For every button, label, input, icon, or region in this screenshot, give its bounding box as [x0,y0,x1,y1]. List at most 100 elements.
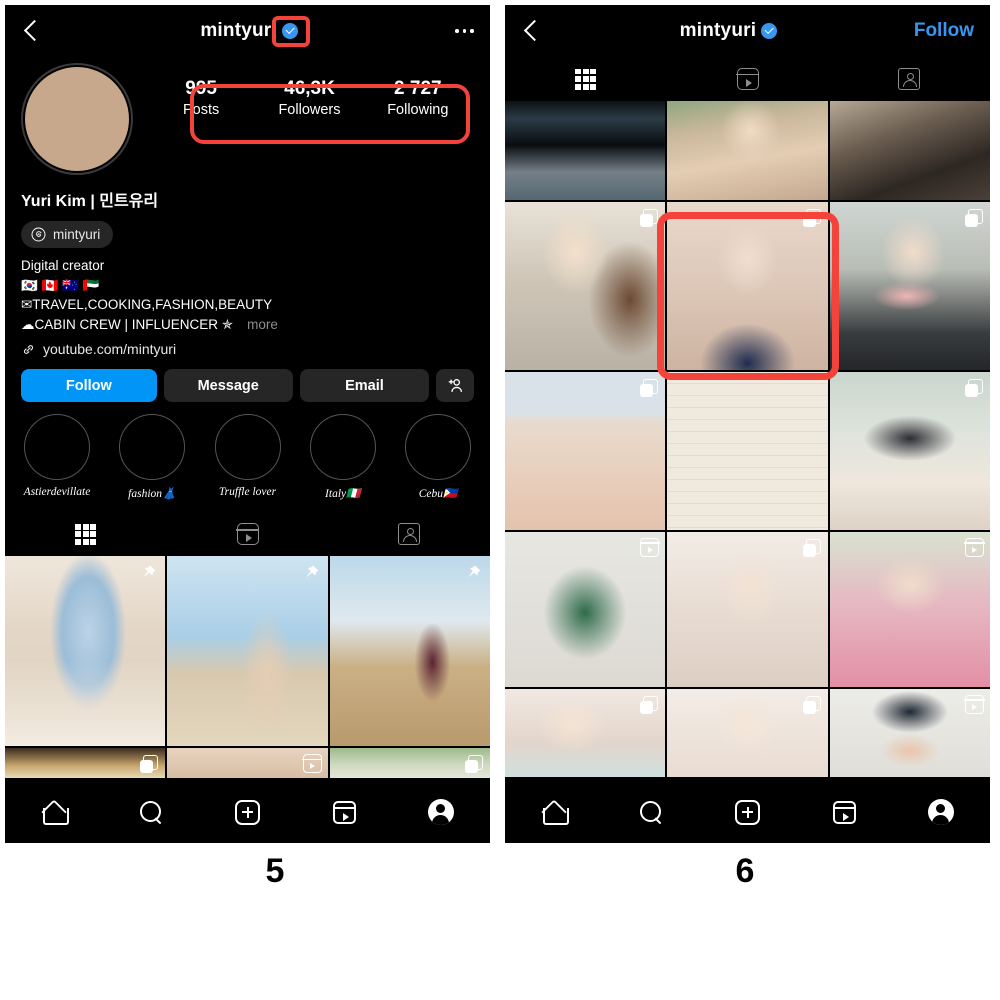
highlight-label: Cebu🇵🇭 [418,488,458,501]
grid-cell[interactable] [829,532,990,687]
nav-home[interactable] [41,800,70,825]
tab-tagged[interactable] [828,57,990,101]
grid-cell[interactable] [667,101,828,200]
grid-cell[interactable] [167,556,328,747]
carousel-badge-icon [964,379,983,397]
highlight-item[interactable]: Cebu🇵🇭 [394,414,482,500]
right-bottom-nav [505,781,990,843]
tab-posts[interactable] [505,57,667,101]
more-options-icon[interactable] [455,29,474,33]
grid-cell[interactable] [505,202,666,370]
follow-button[interactable]: Follow [21,369,157,403]
grid-cell[interactable] [505,101,666,200]
avatar-image [25,67,129,171]
tab-reels[interactable] [167,512,329,556]
carousel-badge-icon [802,539,821,557]
posts-count: 995 [185,78,217,99]
highlight-cover [405,414,471,481]
threads-icon [31,227,46,242]
grid-cell[interactable] [829,101,990,200]
grid-cell[interactable] [505,689,666,777]
profile-external-link[interactable]: youtube.com/mintyuri [5,334,490,357]
verified-badge-icon [281,23,298,39]
stat-posts[interactable]: 995 Posts [168,77,234,120]
bio-more-link[interactable]: more [247,317,278,332]
nav-profile[interactable] [927,799,954,825]
grid-cell[interactable] [5,748,166,779]
grid-cell[interactable] [667,689,828,777]
tab-posts[interactable] [5,512,167,556]
grid-cell[interactable] [329,748,490,779]
highlight-item[interactable]: fashion👗 [108,414,196,500]
nav-search[interactable] [139,800,163,824]
grid-cell[interactable] [5,556,166,747]
avatar[interactable] [21,63,133,175]
highlight-cover [24,414,90,481]
following-count: 2 727 [394,78,442,99]
slide-number-right: 6 [735,852,755,890]
follow-button[interactable]: Follow [914,20,974,42]
highlight-item[interactable]: Astierdevillate [13,414,101,500]
reel-badge-icon [301,754,323,774]
profile-username: mintyuri [200,20,277,41]
highlight-cover [214,414,281,481]
carousel-badge-icon [140,755,159,774]
nav-search[interactable] [639,800,663,824]
grid-cell[interactable] [667,532,828,687]
threads-chip[interactable]: mintyuri [21,221,114,248]
grid-cell[interactable] [667,202,828,370]
carousel-badge-icon [640,696,659,714]
highlight-label: Italy🇮🇹 [325,488,361,501]
back-chevron-icon[interactable] [21,20,43,42]
grid-cell[interactable] [829,202,990,370]
figure-root: mintyuri 995 Posts 46,3K Followers 2 727… [0,0,1000,1000]
nav-reels[interactable] [332,800,356,824]
nav-profile[interactable] [427,799,454,825]
slide-number-left: 5 [265,852,285,890]
carousel-badge-icon [802,696,821,714]
profile-action-buttons: Follow Message Email [5,357,490,403]
grid-cell[interactable] [829,372,990,530]
highlight-item[interactable]: Truffle lover [204,414,292,500]
stat-followers[interactable]: 46,3K Followers [276,77,342,120]
reel-badge-icon [639,538,661,557]
grid-cell[interactable] [667,372,828,530]
bio-category: Digital creator [21,258,105,273]
grid-cell[interactable] [829,689,990,777]
grid-cell[interactable] [505,532,666,687]
left-title-group: mintyuri [43,20,455,42]
carousel-badge-icon [640,209,659,227]
profile-username: mintyuri [679,20,757,41]
right-top-bar: mintyuri Follow [505,5,990,57]
nav-create[interactable] [235,799,261,825]
carousel-badge-icon [464,755,483,774]
left-bottom-nav [5,781,490,843]
posts-label: Posts [183,101,220,118]
highlight-item[interactable]: Italy🇮🇹 [299,414,387,500]
highlight-label: Astierdevillate [23,486,91,499]
nav-home[interactable] [541,800,570,825]
add-person-icon [448,379,462,393]
grid-cell[interactable] [329,556,490,747]
tab-tagged[interactable] [328,512,490,556]
stats-row: 995 Posts 46,3K Followers 2 727 Followin… [133,63,474,120]
right-post-grid [505,101,990,777]
message-button[interactable]: Message [163,369,293,403]
external-link-text: youtube.com/mintyuri [43,341,177,358]
highlight-cover [119,414,186,481]
add-person-button[interactable] [436,369,475,403]
nav-create[interactable] [735,799,761,825]
pinned-post-icon [301,563,321,583]
grid-cell[interactable] [505,372,666,530]
tab-reels[interactable] [667,57,829,101]
highlight-cover [309,414,376,481]
highlight-label: Truffle lover [218,486,277,499]
back-chevron-icon[interactable] [521,20,543,42]
carousel-badge-icon [964,209,983,227]
following-label: Following [387,101,449,118]
grid-cell[interactable] [167,748,328,779]
pinned-post-icon [138,563,158,583]
nav-reels[interactable] [832,800,856,824]
stat-following[interactable]: 2 727 Following [385,77,451,120]
email-button[interactable]: Email [299,369,430,403]
